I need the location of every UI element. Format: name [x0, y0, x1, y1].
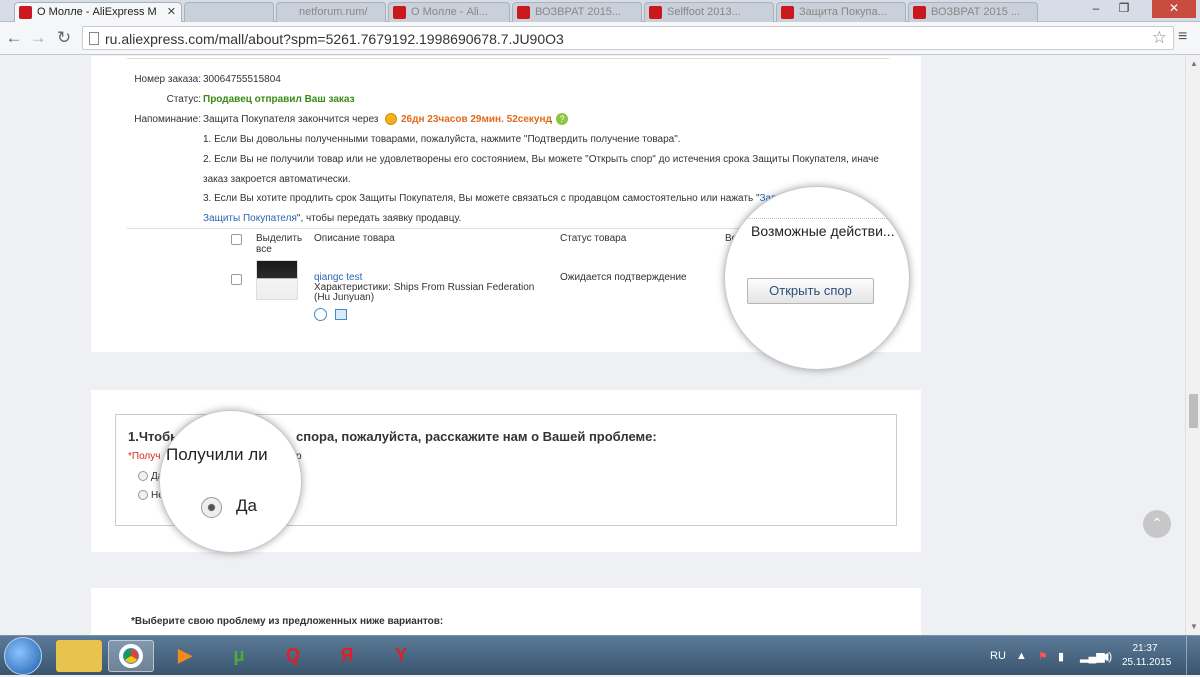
tab-background[interactable]: ВОЗВРАТ 2015 ...	[908, 2, 1038, 22]
tab-aliexpress-about[interactable]: О Молле - AliExpress Мо ✕	[14, 2, 182, 22]
page-icon	[89, 32, 99, 45]
tab-background[interactable]: netforum.rum/	[276, 2, 386, 22]
maximize-button[interactable]: ❐	[1110, 0, 1138, 18]
reload-icon[interactable]: ↻	[54, 28, 74, 48]
clock-date: 25.11.2015	[1122, 657, 1172, 668]
windows-taskbar: ▶ μ Q Я Y RU ▲ ⚑ ▮ ▂▄▆ ◀) 21:37 25.11.20…	[0, 635, 1200, 676]
tab-background[interactable]: О Молле - Ali...	[388, 2, 510, 22]
problem-select-label: *Выберите свою проблему из предложенных …	[131, 616, 444, 627]
page-scrollbar[interactable]: ▲ ▼	[1185, 56, 1200, 635]
search-app-icon[interactable]: Q	[270, 640, 316, 672]
start-button[interactable]	[4, 637, 42, 675]
help-icon[interactable]: ?	[556, 113, 568, 125]
countdown-timer: 26дн 23часов 29мин. 52секунд	[401, 114, 552, 125]
clock-icon	[385, 113, 397, 125]
item-status: Ожидается подтверждение	[560, 272, 687, 283]
show-hidden-icons-icon[interactable]: ▲	[1016, 650, 1027, 662]
countdown-dot: .	[550, 114, 553, 125]
action-center-icon[interactable]: ⚑	[1038, 650, 1048, 663]
description-header: Описание товара	[314, 233, 395, 244]
problem-card: *Выберите свою проблему из предложенных …	[91, 588, 921, 635]
order-number-label: Номер заказа:	[134, 74, 201, 85]
tab-background[interactable]	[184, 2, 274, 22]
scroll-down-arrow-icon[interactable]: ▼	[1190, 622, 1198, 631]
note-3-text: 3. Если Вы хотите продлить срок Защиты П…	[203, 193, 760, 204]
scroll-up-arrow-icon[interactable]: ▲	[1190, 59, 1198, 68]
forward-arrow-icon[interactable]: →	[28, 28, 48, 48]
browser-toolbar: ← → ↻ ru.aliexpress.com/mall/about?spm=5…	[0, 22, 1200, 55]
power-icon[interactable]: ▮	[1058, 650, 1064, 663]
dispute-heading-end: спора, пожалуйста, расскажите нам о Ваше…	[296, 429, 657, 444]
tab-title: О Молле - AliExpress Мо	[37, 6, 157, 18]
radio-yes-label-magnified: Да	[236, 496, 257, 515]
reminder-label: Напоминание:	[134, 114, 201, 125]
yandex-icon[interactable]: Я	[324, 640, 370, 672]
chrome-logo-icon	[119, 644, 143, 668]
close-icon[interactable]: ✕	[167, 5, 176, 18]
browser-tab-strip: О Молле - AliExpress Мо ✕ netforum.rum/ …	[0, 0, 1200, 22]
note-3: 3. Если Вы хотите продлить срок Защиты П…	[203, 193, 782, 204]
question-start: *Получ	[128, 451, 161, 462]
tab-background[interactable]: Защита Покупа...	[776, 2, 906, 22]
item-checkbox[interactable]	[231, 274, 242, 285]
page-viewport: Номер заказа: 30064755515804 Статус: Про…	[0, 56, 1185, 635]
clock-time: 21:37	[1132, 643, 1158, 654]
status-header: Статус товара	[560, 233, 627, 244]
select-all-checkbox[interactable]	[231, 234, 242, 245]
tab-background[interactable]: ВОЗВРАТ 2015...	[512, 2, 642, 22]
chrome-icon[interactable]	[108, 640, 154, 672]
note-4-text: ", чтобы передать заявку продавцу.	[296, 213, 462, 224]
order-number-value: 30064755515804	[203, 74, 281, 85]
back-arrow-icon[interactable]: ←	[4, 28, 24, 48]
radio-no[interactable]	[138, 490, 148, 500]
divider	[725, 218, 909, 219]
tab-background[interactable]: Selffoot 2013...	[644, 2, 774, 22]
media-player-icon[interactable]: ▶	[162, 640, 208, 672]
aliexpress-favicon-icon	[393, 6, 406, 19]
status-label: Статус:	[166, 94, 201, 105]
menu-icon[interactable]: ≡	[1178, 28, 1187, 46]
bookmark-star-icon[interactable]: ☆	[1152, 28, 1167, 48]
product-thumbnail[interactable]	[256, 260, 298, 300]
open-dispute-button[interactable]: Открыть спор	[747, 278, 874, 304]
system-clock[interactable]: 21:37 25.11.2015	[1122, 642, 1172, 670]
magnifier-actions: Возможные действи... Открыть спор	[724, 186, 910, 370]
received-question-magnified: Получили ли	[166, 445, 268, 464]
aliexpress-favicon-icon	[913, 6, 926, 19]
utorrent-icon[interactable]: μ	[216, 640, 262, 672]
aliexpress-favicon-icon	[781, 6, 794, 19]
note-4: Защиты Покупателя", чтобы передать заявк…	[203, 213, 461, 224]
aliexpress-favicon-icon	[517, 6, 530, 19]
back-to-top-button[interactable]: ⌃	[1143, 510, 1171, 538]
show-desktop-button[interactable]	[1186, 636, 1200, 676]
alarm-clock-icon[interactable]	[314, 308, 327, 321]
snapshot-icon[interactable]	[335, 309, 347, 320]
aliexpress-favicon-icon	[649, 6, 662, 19]
address-url[interactable]: ru.aliexpress.com/mall/about?spm=5261.76…	[105, 31, 564, 47]
aliexpress-favicon-icon	[19, 6, 32, 19]
radio-yes-selected[interactable]	[201, 497, 222, 518]
window-close-button[interactable]: ✕	[1152, 0, 1196, 18]
status-value: Продавец отправил Ваш заказ	[203, 94, 355, 105]
reminder-text: Защита Покупателя закончится через	[203, 114, 379, 125]
file-explorer-icon[interactable]	[56, 640, 102, 672]
note-2: 2. Если Вы не получили товар или не удов…	[203, 154, 879, 165]
select-all-label: Выделить все	[256, 233, 303, 255]
note-2-cont: заказ закроется автоматически.	[203, 174, 351, 185]
address-bar[interactable]: ru.aliexpress.com/mall/about?spm=5261.76…	[82, 26, 1174, 50]
note-1: 1. Если Вы довольны полученными товарами…	[203, 134, 681, 145]
magnifier-received: Получили ли Да	[159, 410, 302, 553]
received-question: *Получ	[128, 451, 160, 462]
language-indicator[interactable]: RU	[990, 650, 1006, 662]
buyer-protection-link[interactable]: Защиты Покупателя	[203, 213, 297, 224]
product-characteristics: Характеристики: Ships From Russian Feder…	[314, 282, 535, 303]
volume-icon[interactable]: ◀)	[1100, 650, 1112, 663]
divider	[127, 58, 889, 59]
yandex-browser-icon[interactable]: Y	[378, 640, 424, 672]
radio-yes[interactable]	[138, 471, 148, 481]
scroll-thumb[interactable]	[1189, 394, 1198, 428]
actions-header-magnified: Возможные действи...	[751, 223, 895, 239]
minimize-button[interactable]: –	[1082, 0, 1110, 18]
